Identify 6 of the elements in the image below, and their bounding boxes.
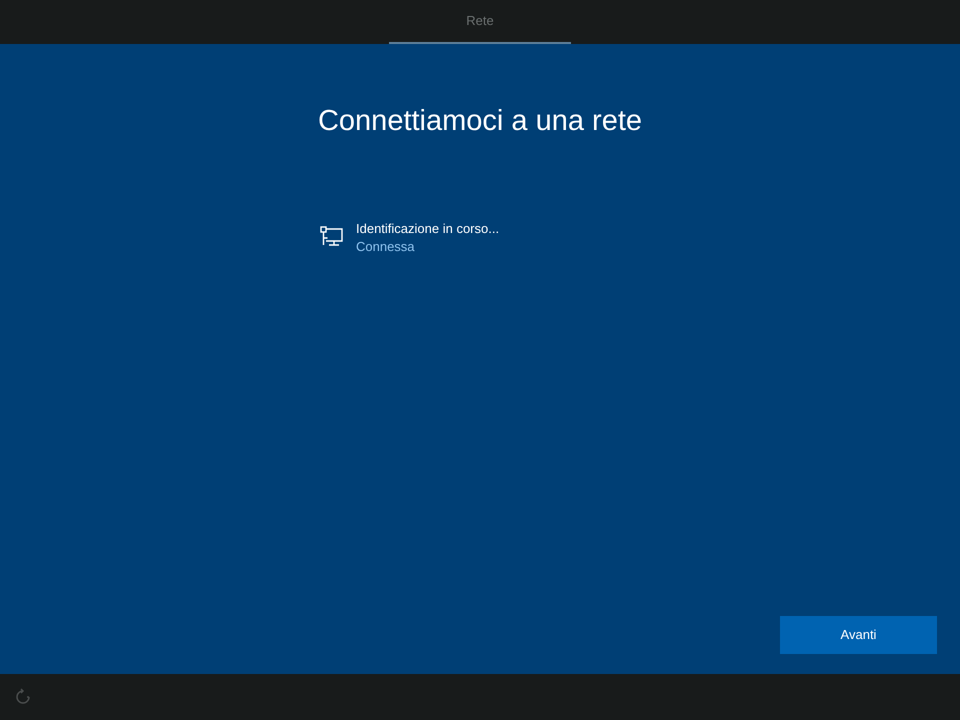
ethernet-network-icon — [320, 224, 344, 246]
page-title: Connettiamoci a una rete — [316, 104, 644, 139]
network-name: Identificazione in corso... — [356, 220, 500, 238]
network-item[interactable]: Identificazione in corso... Connessa — [320, 220, 560, 256]
network-status: Connessa — [356, 238, 416, 256]
next-button[interactable]: Avanti — [780, 616, 937, 654]
